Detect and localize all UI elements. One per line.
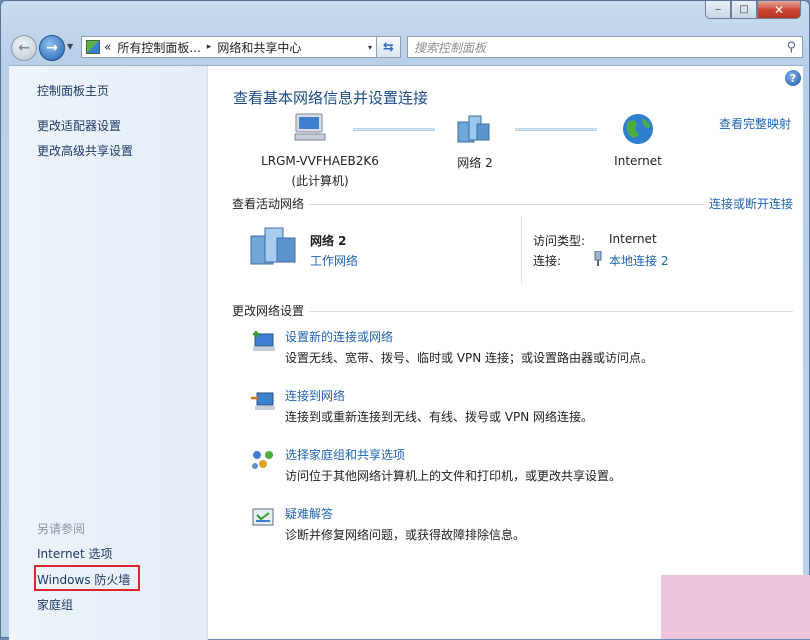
forward-arrow-icon: →: [46, 40, 58, 56]
change-settings-heading: 更改网络设置: [232, 304, 305, 318]
content-area: 控制面板主页 更改适配器设置 更改高级共享设置 另请参阅 Internet 选项…: [9, 65, 803, 640]
back-arrow-icon: ←: [18, 40, 30, 56]
sidebar-item-homegroup[interactable]: 家庭组: [37, 596, 73, 613]
task-troubleshoot-desc: 诊断并修复网络问题，或获得故障排除信息。: [285, 528, 526, 542]
troubleshoot-icon: [252, 508, 274, 526]
work-network-icon: [250, 227, 296, 265]
history-chevron-icon[interactable]: «: [104, 40, 111, 54]
close-button[interactable]: ✕: [757, 1, 801, 19]
breadcrumb-current[interactable]: 网络和共享中心: [217, 39, 301, 56]
control-panel-icon: [86, 40, 100, 54]
help-icon: ?: [789, 71, 797, 85]
task-setup-connection-desc: 设置无线、宽带、拨号、临时或 VPN 连接；或设置路由器或访问点。: [285, 351, 654, 365]
section-divider: [309, 311, 793, 312]
task-homegroup-link[interactable]: 选择家庭组和共享选项: [285, 446, 405, 463]
sidebar-item-advanced-sharing-settings[interactable]: 更改高级共享设置: [37, 142, 133, 159]
task-setup-connection-link[interactable]: 设置新的连接或网络: [285, 328, 393, 345]
map-connection-line: [515, 128, 597, 131]
forward-button[interactable]: →: [39, 35, 65, 61]
watermark-patch: [661, 575, 810, 639]
network-icon: [457, 115, 490, 143]
task-homegroup-desc: 访问位于其他网络计算机上的文件和打印机，或更改共享设置。: [285, 469, 622, 483]
main-pane: ? 查看基本网络信息并设置连接 查看完整映射 LRGM-VVFHAEB2K6 (…: [209, 66, 803, 640]
map-connection-line: [353, 128, 435, 131]
ethernet-plug-icon: [594, 251, 602, 266]
task-troubleshoot-link[interactable]: 疑难解答: [285, 505, 333, 522]
firewall-highlight-box: [34, 565, 140, 591]
internet-globe-icon: [623, 114, 653, 144]
refresh-button[interactable]: ⇆: [377, 36, 401, 58]
network-type-link[interactable]: 工作网络: [310, 252, 358, 269]
see-also-heading: 另请参阅: [37, 522, 86, 536]
back-button[interactable]: ←: [11, 35, 37, 61]
breadcrumb-separator-icon[interactable]: ▸: [207, 42, 212, 52]
network-sharing-center-window: ‒ □ ✕ ← → ▼ « 所有控制面板... ▸ 网络和共享中心 ▾ ⇆ 搜索…: [0, 0, 810, 640]
refresh-icon: ⇆: [383, 39, 394, 55]
sidebar-item-internet-options[interactable]: Internet 选项: [37, 545, 112, 562]
sidebar-item-control-panel-home[interactable]: 控制面板主页: [37, 82, 109, 99]
caption-buttons: ‒ □ ✕: [705, 1, 801, 19]
active-network-name: 网络 2: [310, 234, 347, 248]
connect-disconnect-link[interactable]: 连接或断开连接: [709, 195, 793, 212]
active-networks-heading: 查看活动网络: [232, 197, 305, 211]
minimize-button[interactable]: ‒: [705, 1, 731, 19]
connect-network-icon: [251, 392, 275, 410]
address-bar[interactable]: « 所有控制面板... ▸ 网络和共享中心 ▾: [81, 36, 377, 58]
section-divider: [309, 204, 704, 205]
search-icon[interactable]: ⚲: [786, 40, 796, 55]
network-name: 网络 2: [457, 156, 493, 170]
see-full-map-link[interactable]: 查看完整映射: [719, 115, 791, 132]
computer-subtitle: (此计算机): [291, 174, 349, 188]
task-connect-network-desc: 连接到或重新连接到无线、有线、拨号或 VPN 网络连接。: [285, 410, 594, 424]
navigation-bar: ← → ▼ « 所有控制面板... ▸ 网络和共享中心 ▾ ⇆ 搜索控制面板 ⚲: [9, 33, 803, 61]
maximize-button[interactable]: □: [731, 1, 757, 19]
sidebar: 控制面板主页 更改适配器设置 更改高级共享设置 另请参阅 Internet 选项…: [9, 66, 208, 640]
new-connection-icon: [253, 331, 275, 351]
page-title: 查看基本网络信息并设置连接: [233, 89, 429, 107]
internet-label: Internet: [614, 154, 662, 168]
task-connect-network-link[interactable]: 连接到网络: [285, 387, 345, 404]
sidebar-item-change-adapter-settings[interactable]: 更改适配器设置: [37, 117, 121, 134]
computer-name: LRGM-VVFHAEB2K6: [261, 154, 379, 168]
help-button[interactable]: ?: [785, 70, 801, 86]
vertical-divider: [521, 216, 522, 284]
breadcrumb-root[interactable]: 所有控制面板...: [117, 39, 200, 56]
access-type-label: 访问类型:: [533, 234, 586, 248]
recent-pages-dropdown[interactable]: ▼: [67, 42, 73, 51]
computer-icon: [294, 113, 326, 141]
access-type-value: Internet: [609, 232, 657, 246]
local-connection-link[interactable]: 本地连接 2: [609, 252, 668, 269]
address-dropdown-icon[interactable]: ▾: [368, 43, 372, 52]
homegroup-sharing-icon: [252, 451, 273, 469]
search-input[interactable]: 搜索控制面板 ⚲: [407, 36, 803, 58]
connection-label: 连接:: [533, 254, 562, 268]
search-placeholder: 搜索控制面板: [414, 40, 487, 55]
